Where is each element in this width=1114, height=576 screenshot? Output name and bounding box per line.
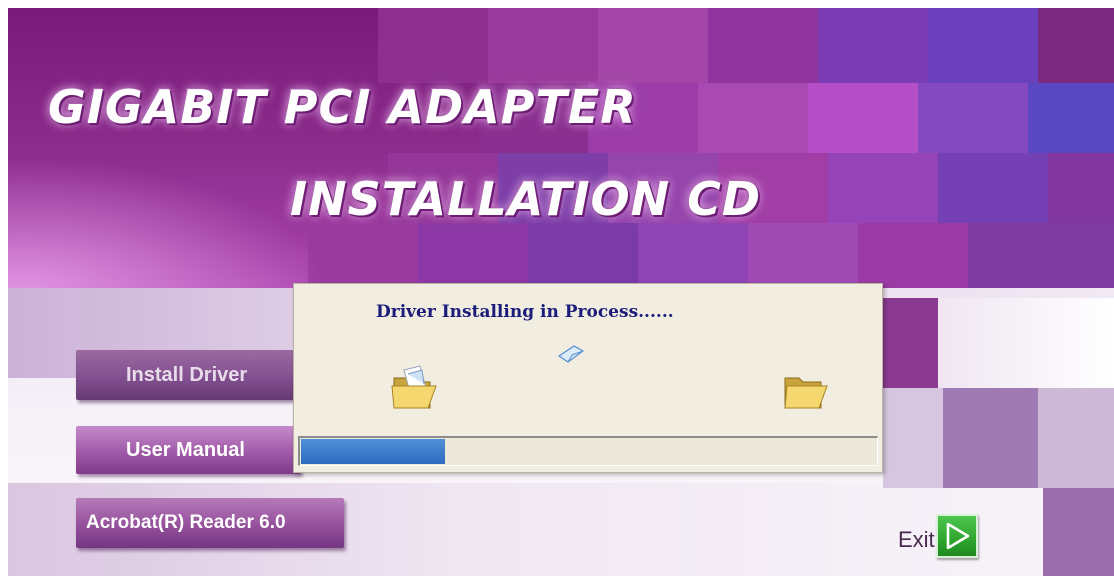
exit-button[interactable] xyxy=(936,514,978,558)
title-banner: GIGABIT PCI ADAPTER INSTALLATION CD xyxy=(8,8,1114,288)
lower-tile-decoration xyxy=(938,298,1114,388)
install-driver-label: Install Driver xyxy=(126,363,248,386)
lower-tile-decoration xyxy=(943,388,1038,488)
lower-tile-decoration xyxy=(883,388,943,488)
acrobat-reader-label: Acrobat(R) Reader 6.0 xyxy=(86,512,286,533)
lower-tile-decoration xyxy=(1043,488,1114,576)
exit-label: Exit xyxy=(898,527,935,552)
play-arrow-icon xyxy=(946,523,970,549)
lower-tile-decoration xyxy=(1038,388,1114,488)
install-driver-button[interactable]: Install Driver xyxy=(76,350,301,400)
flying-document-icon xyxy=(557,345,585,363)
progress-bar-fill xyxy=(301,439,445,464)
title-line-1: GIGABIT PCI ADAPTER xyxy=(48,80,637,134)
user-manual-label: User Manual xyxy=(126,438,245,461)
banner-glow-decoration xyxy=(8,158,328,288)
install-progress-dialog: Driver Installing in Process...... xyxy=(293,283,883,473)
installer-window: GIGABIT PCI ADAPTER INSTALLATION CD Inst… xyxy=(8,8,1114,576)
lower-tile-decoration xyxy=(878,298,938,388)
acrobat-reader-button[interactable]: Acrobat(R) Reader 6.0 xyxy=(76,498,344,548)
user-manual-button[interactable]: User Manual xyxy=(76,426,301,474)
progress-message: Driver Installing in Process...... xyxy=(376,302,674,322)
progress-bar xyxy=(298,436,878,466)
title-line-2: INSTALLATION CD xyxy=(290,172,762,226)
folder-dest-icon xyxy=(784,377,828,409)
folder-source-icon xyxy=(391,365,437,409)
